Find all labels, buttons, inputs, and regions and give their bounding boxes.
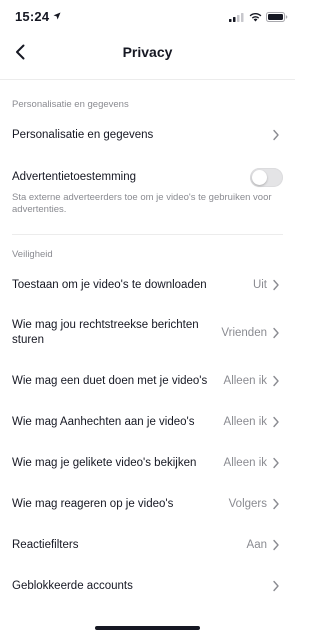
row-value: Alleen ik	[223, 457, 267, 469]
battery-icon	[266, 12, 288, 22]
download-videos-row[interactable]: Toestaan om je video's te downloaden Uit	[0, 270, 295, 300]
comment-filters-row[interactable]: Reactiefilters Aan	[0, 530, 295, 560]
row-label: Wie mag jou rechtstreekse berichten stur…	[12, 319, 199, 346]
blocked-accounts-row[interactable]: Geblokkeerde accounts	[0, 571, 295, 601]
stitch-row[interactable]: Wie mag Aanhechten aan je video's Alleen…	[0, 407, 295, 437]
home-indicator[interactable]	[95, 626, 200, 630]
chevron-right-icon	[273, 416, 279, 428]
section-divider	[12, 234, 283, 235]
toggle-knob	[252, 169, 267, 185]
chevron-right-icon	[273, 498, 279, 510]
chevron-right-icon	[273, 279, 279, 291]
chevron-right-icon	[273, 580, 279, 592]
location-arrow-icon	[53, 12, 61, 20]
status-time: 15:24	[15, 9, 50, 24]
navigation-bar: Privacy	[0, 34, 295, 80]
row-label: Wie mag reageren op je video's	[12, 497, 174, 510]
personalisation-data-row[interactable]: Personalisatie en gegevens	[0, 120, 295, 150]
row-value: Vrienden	[221, 327, 267, 339]
chevron-right-icon	[273, 129, 279, 141]
cellular-signal-icon	[229, 13, 244, 22]
privacy-screen: 15:24 Privacy Personalisatie en gegevens…	[0, 0, 295, 639]
row-label: Wie mag Aanhechten aan je video's	[12, 415, 195, 428]
row-label: Wie mag je gelikete video's bekijken	[12, 456, 197, 469]
page-title: Privacy	[122, 44, 173, 60]
section-header-personalisation: Personalisatie en gegevens	[12, 99, 129, 110]
comments-row[interactable]: Wie mag reageren op je video's Volgers	[0, 489, 295, 519]
row-label: Personalisatie en gegevens	[12, 128, 154, 141]
row-label: Toestaan om je video's te downloaden	[12, 278, 207, 291]
liked-videos-row[interactable]: Wie mag je gelikete video's bekijken All…	[0, 448, 295, 478]
chevron-right-icon	[273, 457, 279, 469]
duet-row[interactable]: Wie mag een duet doen met je video's All…	[0, 366, 295, 396]
chevron-right-icon	[273, 539, 279, 551]
row-label: Reactiefilters	[12, 538, 79, 551]
chevron-right-icon	[273, 375, 279, 387]
row-value: Volgers	[228, 498, 267, 510]
wifi-icon	[249, 12, 262, 22]
row-value: Alleen ik	[223, 375, 267, 387]
section-header-safety: Veiligheid	[12, 249, 53, 260]
chevron-right-icon	[273, 327, 279, 339]
row-value: Aan	[246, 539, 267, 551]
ad-consent-description: Sta externe adverteerders toe om je vide…	[12, 192, 272, 215]
row-label: Wie mag een duet doen met je video's	[12, 374, 208, 387]
row-value: Alleen ik	[223, 416, 267, 428]
direct-messages-row[interactable]: Wie mag jou rechtstreekse berichten stur…	[0, 314, 295, 352]
ad-consent-toggle[interactable]	[250, 167, 283, 187]
status-bar: 15:24	[0, 0, 295, 34]
row-value: Uit	[252, 279, 267, 291]
ad-consent-row: Advertentietoestemming	[0, 164, 295, 190]
row-label: Geblokkeerde accounts	[12, 579, 133, 592]
row-label: Advertentietoestemming	[12, 170, 137, 183]
